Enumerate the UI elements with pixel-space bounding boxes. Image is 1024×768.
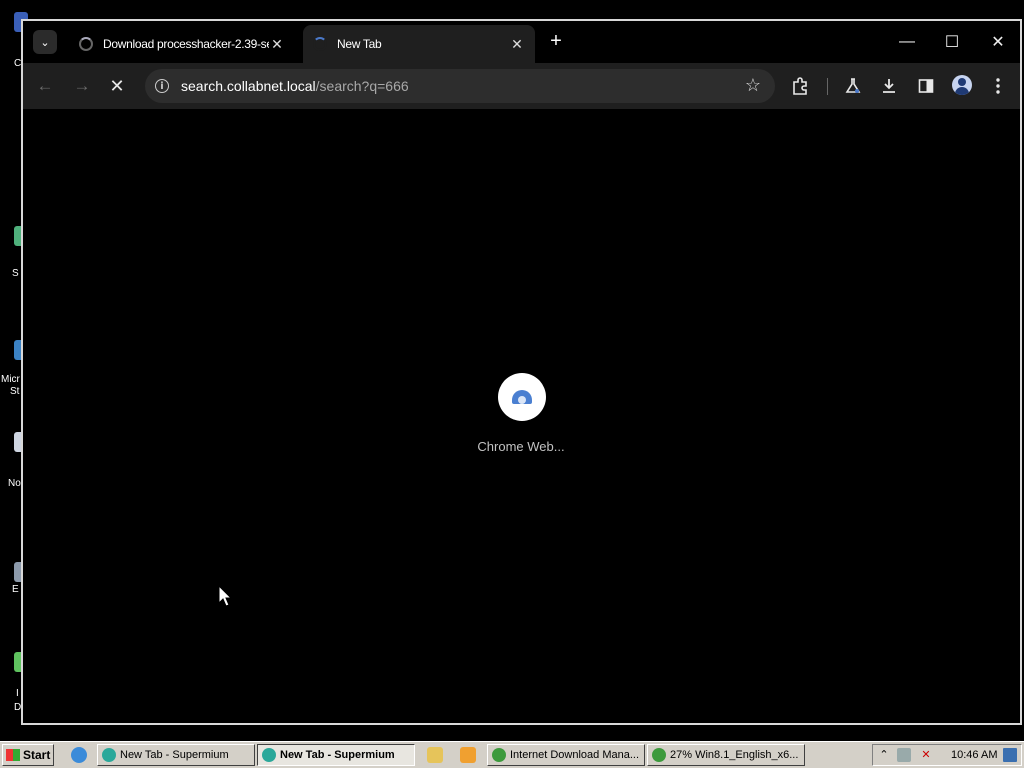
url-path: /search?q=666: [315, 78, 409, 94]
media-player-icon[interactable]: [460, 747, 476, 763]
tab-search-button[interactable]: ⌄: [33, 30, 57, 54]
taskbar-button-label: Internet Download Mana...: [510, 749, 640, 761]
app-shortcut-label[interactable]: Chrome Web...: [453, 439, 589, 454]
taskbar-button-label: New Tab - Supermium: [120, 749, 229, 761]
side-panel-icon[interactable]: [914, 74, 938, 98]
web-store-bag-icon: [512, 390, 532, 404]
chrome-web-store-icon[interactable]: [498, 373, 546, 421]
idm-icon: [652, 748, 666, 762]
close-tab-button[interactable]: ✕: [509, 36, 525, 53]
menu-kebab-icon[interactable]: [986, 74, 1010, 98]
taskbar-button-supermium-active[interactable]: New Tab - Supermium: [257, 744, 415, 766]
folder-icon[interactable]: [427, 747, 443, 763]
volume-muted-icon[interactable]: ✕: [919, 748, 933, 762]
toolbar-divider: [827, 78, 828, 95]
taskbar-button-idm[interactable]: Internet Download Mana...: [487, 744, 645, 766]
extensions-icon[interactable]: [788, 74, 812, 98]
new-tab-button[interactable]: +: [546, 31, 566, 51]
supermium-icon: [102, 748, 116, 762]
minimize-button[interactable]: —: [893, 29, 921, 55]
maximize-button[interactable]: ☐: [938, 29, 966, 55]
stop-button[interactable]: ✕: [105, 74, 129, 98]
tray-expand-icon[interactable]: ⌃: [877, 748, 891, 762]
close-tab-button[interactable]: ✕: [269, 36, 285, 53]
url-text: search.collabnet.local/search?q=666: [181, 78, 409, 94]
close-window-button[interactable]: ✕: [984, 29, 1012, 55]
idm-icon: [492, 748, 506, 762]
ie-icon[interactable]: [71, 747, 87, 763]
taskbar-button-supermium[interactable]: New Tab - Supermium: [97, 744, 255, 766]
forward-button[interactable]: →: [70, 74, 94, 98]
network-icon[interactable]: [897, 748, 911, 762]
site-info-icon[interactable]: i: [155, 79, 169, 93]
show-desktop-icon[interactable]: [1003, 748, 1017, 762]
url-host: search.collabnet.local: [181, 78, 316, 94]
browser-window: ⌄ Download processhacker-2.39-setup ✕ Ne…: [21, 19, 1022, 725]
taskbar-button-label: 27% Win8.1_English_x6...: [670, 749, 799, 761]
tab-title: New Tab: [337, 37, 382, 51]
address-bar[interactable]: i search.collabnet.local/search?q=666 ☆: [145, 69, 775, 103]
tab-title: Download processhacker-2.39-setup: [103, 37, 269, 51]
system-tray: ⌃ ✕ 10:46 AM: [872, 744, 1022, 766]
back-button[interactable]: ←: [33, 74, 57, 98]
bookmark-star-icon[interactable]: ☆: [745, 75, 761, 96]
clock[interactable]: 10:46 AM: [951, 749, 997, 761]
loading-spinner-icon: [313, 37, 327, 51]
page-content: Chrome Web...: [23, 109, 1020, 723]
avatar-head: [958, 78, 966, 86]
avatar-body: [955, 87, 969, 95]
download-icon[interactable]: [877, 74, 901, 98]
tab-download[interactable]: Download processhacker-2.39-setup ✕: [69, 25, 295, 63]
tab-new-tab[interactable]: New Tab ✕: [303, 25, 535, 63]
windows-flag-icon: [6, 749, 20, 761]
chevron-down-icon: ⌄: [40, 36, 50, 49]
start-button[interactable]: Start: [2, 744, 54, 766]
taskbar: Start New Tab - Supermium New Tab - Supe…: [0, 741, 1024, 768]
taskbar-button-download-progress[interactable]: 27% Win8.1_English_x6...: [647, 744, 805, 766]
labs-icon[interactable]: [841, 74, 865, 98]
supermium-icon: [262, 748, 276, 762]
browser-toolbar: ← → ✕ i search.collabnet.local/search?q=…: [23, 63, 1020, 109]
start-label: Start: [23, 748, 51, 762]
tab-strip: ⌄ Download processhacker-2.39-setup ✕ Ne…: [23, 21, 1020, 63]
loading-spinner-icon: [79, 37, 93, 51]
profile-avatar-icon[interactable]: [952, 75, 972, 95]
taskbar-button-label: New Tab - Supermium: [280, 749, 395, 761]
